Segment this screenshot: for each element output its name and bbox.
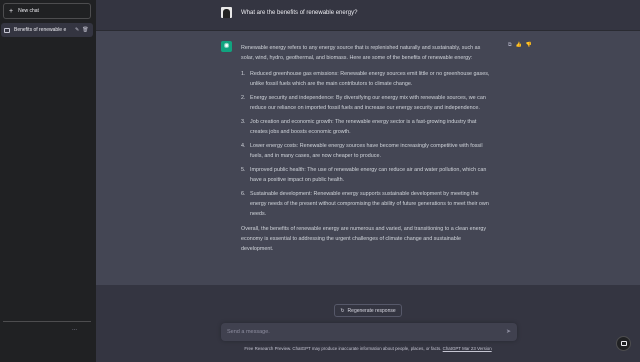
new-chat-button[interactable]: + New chat — [3, 3, 91, 19]
send-icon[interactable]: ➤ — [506, 328, 511, 335]
list-item: 6. Sustainable development: Renewable ene… — [241, 191, 489, 217]
new-chat-label: New chat — [18, 8, 39, 14]
disclaimer-text: Free Research Preview. ChatGPT may produ… — [244, 346, 442, 351]
benefits-list: 1. Reduced greenhouse gas emissions: Rene… — [241, 69, 493, 219]
list-item: 4. Lower energy costs: Renewable energy s… — [241, 143, 483, 159]
version-link[interactable]: ChatGPT Mar 23 Version — [443, 346, 492, 351]
openai-logo-icon: ✺ — [221, 41, 232, 52]
help-icon — [620, 341, 627, 346]
user-avatar — [221, 7, 232, 18]
more-options-button[interactable]: ... — [72, 326, 77, 332]
user-message-text: What are the benefits of renewable energ… — [241, 10, 358, 16]
chat-main: What are the benefits of renewable energ… — [96, 0, 640, 362]
conversation-title: Benefits of renewable e — [14, 27, 67, 33]
refresh-icon: ↻ — [340, 307, 345, 314]
copy-icon[interactable]: ⧉ — [508, 42, 512, 48]
assistant-message-row: ✺ ⧉ 👍 👎 Renewable energy refers to any e… — [96, 30, 640, 285]
sidebar-conversation-item[interactable]: Benefits of renewable e ✎ 🗑 — [1, 23, 93, 37]
message-feedback: ⧉ 👍 👎 — [508, 42, 532, 48]
sidebar: + New chat Benefits of renewable e ✎ 🗑 .… — [0, 0, 96, 362]
footer-disclaimer: Free Research Preview. ChatGPT may produ… — [96, 346, 640, 351]
answer-outro: Overall, the benefits of renewable energ… — [241, 226, 487, 252]
thumbs-down-icon[interactable]: 👎 — [526, 42, 532, 48]
sidebar-divider — [3, 321, 91, 322]
chat-bubble-icon — [4, 27, 10, 33]
regenerate-label: Regenerate response — [347, 307, 396, 314]
edit-icon[interactable]: ✎ — [75, 27, 79, 33]
list-item: 3. Job creation and economic growth: The … — [241, 119, 477, 135]
help-button[interactable] — [616, 336, 631, 351]
list-item: 2. Energy security and independence: By d… — [241, 95, 486, 111]
list-item: 5. Improved public health: The use of ren… — [241, 167, 487, 183]
plus-icon: + — [9, 7, 14, 15]
assistant-message-text: Renewable energy refers to any energy so… — [241, 43, 493, 254]
thumbs-up-icon[interactable]: 👍 — [516, 42, 522, 48]
message-input[interactable] — [227, 325, 497, 339]
message-composer: ➤ — [221, 323, 517, 341]
list-item: 1. Reduced greenhouse gas emissions: Rene… — [241, 71, 490, 87]
regenerate-response-button[interactable]: ↻ Regenerate response — [334, 304, 402, 317]
trash-icon[interactable]: 🗑 — [82, 27, 88, 33]
user-message-row: What are the benefits of renewable energ… — [96, 0, 640, 30]
answer-intro: Renewable energy refers to any energy so… — [241, 45, 481, 61]
